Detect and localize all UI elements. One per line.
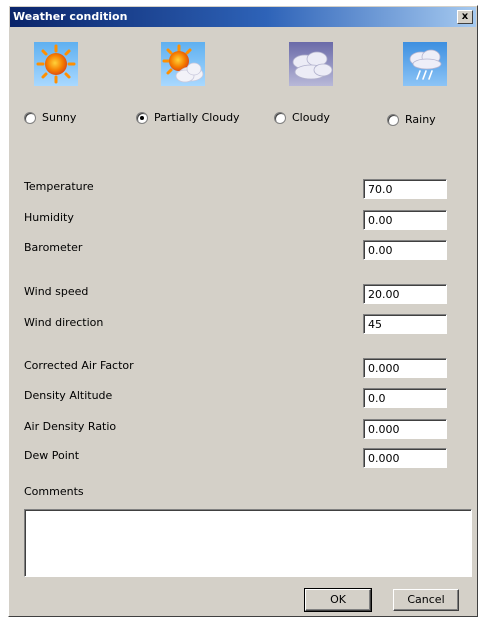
temperature-label: Temperature (24, 180, 94, 193)
comments-textarea[interactable] (24, 509, 472, 577)
air-density-ratio-label: Air Density Ratio (24, 420, 117, 433)
humidity-field[interactable]: 0.00 (363, 210, 447, 230)
wind-direction-label: Wind direction (24, 316, 104, 329)
cancel-button[interactable]: Cancel (393, 589, 459, 611)
wind-speed-field[interactable]: 20.00 (363, 284, 447, 304)
density-altitude-field[interactable]: 0.0 (363, 388, 447, 408)
radio-indicator[interactable] (387, 113, 399, 126)
title-bar[interactable]: Weather condition x (10, 7, 476, 27)
humidity-label: Humidity (24, 211, 74, 224)
wind-speed-label: Wind speed (24, 285, 89, 298)
weather-condition-dialog: Weather condition x Sunny Partially Clou… (8, 5, 478, 617)
radio-partially-cloudy[interactable]: Partially Cloudy (136, 111, 240, 124)
cloud-icon[interactable] (289, 42, 333, 86)
ok-button[interactable]: OK (304, 588, 372, 612)
radio-indicator[interactable] (24, 111, 36, 124)
barometer-field[interactable]: 0.00 (363, 240, 447, 260)
radio-cloudy[interactable]: Cloudy (274, 111, 330, 124)
rain-icon[interactable] (403, 42, 447, 86)
close-button[interactable]: x (457, 10, 473, 24)
air-density-ratio-field[interactable]: 0.000 (363, 419, 447, 439)
radio-label: Cloudy (292, 111, 330, 124)
dew-point-field[interactable]: 0.000 (363, 448, 447, 468)
radio-sunny[interactable]: Sunny (24, 111, 76, 124)
corrected-air-factor-label: Corrected Air Factor (24, 359, 134, 372)
radio-label: Rainy (405, 113, 436, 126)
comments-label: Comments (24, 485, 84, 498)
radio-label: Sunny (42, 111, 77, 124)
barometer-label: Barometer (24, 241, 83, 254)
radio-indicator[interactable] (274, 111, 286, 124)
temperature-field[interactable]: 70.0 (363, 179, 447, 199)
radio-indicator[interactable] (136, 111, 148, 124)
density-altitude-label: Density Altitude (24, 389, 113, 402)
dew-point-label: Dew Point (24, 449, 80, 462)
corrected-air-factor-field[interactable]: 0.000 (363, 358, 447, 378)
radio-label: Partially Cloudy (154, 111, 240, 124)
window-title: Weather condition (13, 10, 128, 23)
partly-cloudy-icon[interactable] (161, 42, 205, 86)
sun-icon[interactable] (34, 42, 78, 86)
wind-direction-field[interactable]: 45 (363, 314, 447, 334)
radio-rainy[interactable]: Rainy (387, 113, 436, 126)
